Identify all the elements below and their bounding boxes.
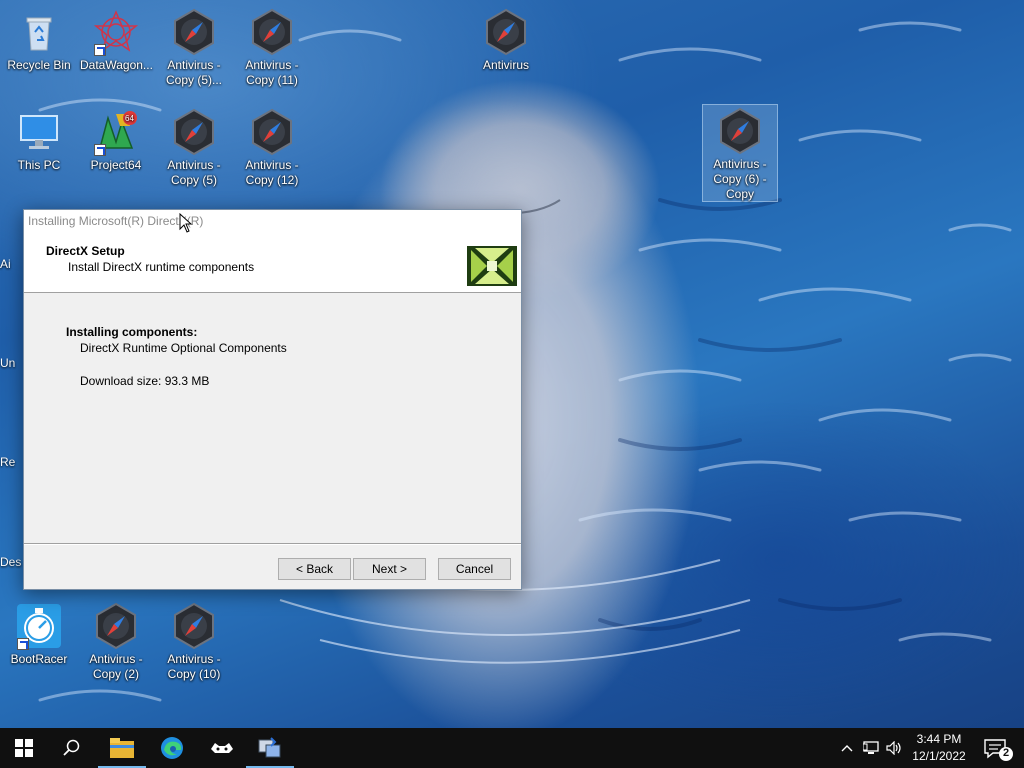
antivirus-icon: [170, 8, 218, 56]
dialog-body: Installing components: DirectX Runtime O…: [24, 293, 521, 543]
section-title: Installing components:: [66, 325, 198, 339]
partial-icon-label: Un: [0, 356, 16, 370]
notification-count-badge: 2: [1002, 747, 1010, 759]
desktop-icon-label: Recycle Bin: [7, 58, 71, 72]
desktop-icon-bootracer[interactable]: BootRacer: [1, 602, 77, 667]
desktop-icon-recycle-bin[interactable]: Recycle Bin: [1, 8, 77, 73]
windows-logo-icon: [15, 739, 33, 757]
show-hidden-icons-button[interactable]: [836, 728, 858, 768]
desktop-icon-antivirus[interactable]: Antivirus: [468, 8, 544, 73]
desktop-icon-antivirus-copy-12[interactable]: Antivirus - Copy (12): [234, 108, 310, 188]
partial-icon-label: Ai: [0, 257, 11, 271]
dialog-title: Installing Microsoft(R) DirectX(R): [28, 214, 204, 228]
project64-icon: 64: [92, 108, 140, 156]
header-title: DirectX Setup: [46, 244, 125, 258]
datawagon-icon: [92, 8, 140, 56]
desktop-icon-label: Antivirus - Copy (2): [89, 652, 143, 681]
network-button[interactable]: [860, 728, 882, 768]
header-subtitle: Install DirectX runtime components: [68, 260, 255, 274]
antivirus-icon: [92, 602, 140, 650]
bootracer-icon: [15, 602, 63, 650]
desktop-icon-antivirus-copy-2[interactable]: Antivirus - Copy (2): [78, 602, 154, 682]
taskbar: 3:44 PM 12/1/2022 2: [0, 728, 1024, 768]
mouse-cursor-icon: [179, 213, 193, 233]
edge-browser-icon: [161, 737, 183, 759]
antivirus-icon: [170, 108, 218, 156]
desktop-icon-label: Project64: [90, 158, 142, 172]
desktop-icon-project64[interactable]: 64 Project64: [78, 108, 154, 173]
notification-icon: [984, 739, 1013, 761]
desktop-icon-antivirus-copy-10[interactable]: Antivirus - Copy (10): [156, 602, 232, 682]
antivirus-icon: [170, 602, 218, 650]
cancel-button[interactable]: Cancel: [438, 558, 511, 580]
clock-time: 3:44 PM: [916, 732, 962, 746]
partial-icon-label: Des: [0, 555, 22, 569]
desktop-icon-label: Antivirus - Copy (12): [245, 158, 299, 187]
desktop-icon-antivirus-copy-11[interactable]: Antivirus - Copy (11): [234, 8, 310, 88]
shortcut-arrow-icon: [17, 638, 29, 650]
antivirus-icon: [716, 107, 764, 155]
taskbar-directx-setup[interactable]: [246, 728, 294, 768]
download-size: Download size: 93.3 MB: [80, 374, 210, 388]
back-button[interactable]: < Back: [278, 558, 351, 580]
desktop-icon-antivirus-copy-5[interactable]: Antivirus - Copy (5): [156, 108, 232, 188]
dialog-titlebar[interactable]: Installing Microsoft(R) DirectX(R): [24, 210, 521, 232]
shortcut-arrow-icon: [94, 144, 106, 156]
file-explorer-icon: [110, 738, 134, 758]
recycle-bin-icon: [15, 8, 63, 56]
component-name: DirectX Runtime Optional Components: [80, 341, 287, 355]
desktop-icon-antivirus-copy-6-copy[interactable]: Antivirus - Copy (6) - Copy: [702, 104, 778, 202]
desktop-icon-label: DataWagon...: [80, 58, 153, 72]
volume-button[interactable]: [883, 728, 905, 768]
desktop-icon-label: BootRacer: [10, 652, 68, 666]
setup-installer-icon: [258, 737, 281, 758]
desktop-icon-label: Antivirus - Copy (5)...: [165, 58, 222, 87]
antivirus-icon: [248, 108, 296, 156]
desktop-icon-antivirus-copy-5-ellipsis[interactable]: Antivirus - Copy (5)...: [156, 8, 232, 88]
taskbar-clock[interactable]: 3:44 PM 12/1/2022: [906, 731, 972, 765]
svg-text:64: 64: [125, 114, 134, 123]
game-controller-icon: [211, 743, 233, 753]
desktop-icon-label: This PC: [17, 158, 61, 172]
taskbar-file-explorer[interactable]: [98, 728, 146, 768]
shortcut-arrow-icon: [94, 44, 106, 56]
antivirus-icon: [482, 8, 530, 56]
directx-setup-dialog: Installing Microsoft(R) DirectX(R) Direc…: [23, 209, 522, 590]
taskbar-app-sprite[interactable]: [198, 728, 246, 768]
this-pc-icon: [15, 108, 63, 156]
desktop-icon-label: Antivirus: [482, 58, 529, 72]
desktop-icon-this-pc[interactable]: This PC: [1, 108, 77, 173]
speaker-icon: [886, 741, 901, 755]
search-button[interactable]: [48, 728, 96, 768]
directx-logo-icon: [467, 246, 517, 286]
taskbar-edge[interactable]: [148, 728, 196, 768]
clock-date: 12/1/2022: [912, 749, 966, 763]
desktop-icon-datawagon[interactable]: DataWagon...: [78, 8, 154, 73]
partial-icon-label: Re: [0, 455, 16, 469]
search-icon: [63, 739, 80, 756]
desktop-icon-label: Antivirus - Copy (10): [167, 652, 221, 681]
dialog-separator: [24, 543, 521, 545]
desktop-icon-label: Antivirus - Copy (5): [167, 158, 221, 187]
dialog-header: DirectX Setup Install DirectX runtime co…: [24, 232, 521, 293]
desktop-icon-label: Antivirus - Copy (6) - Copy: [713, 157, 767, 201]
chevron-up-icon: [841, 745, 853, 752]
start-button[interactable]: [0, 728, 48, 768]
desktop-icon-label: Antivirus - Copy (11): [245, 58, 299, 87]
antivirus-icon: [248, 8, 296, 56]
action-center-button[interactable]: 2: [978, 728, 1018, 768]
network-icon: [863, 741, 879, 754]
next-button[interactable]: Next >: [353, 558, 426, 580]
